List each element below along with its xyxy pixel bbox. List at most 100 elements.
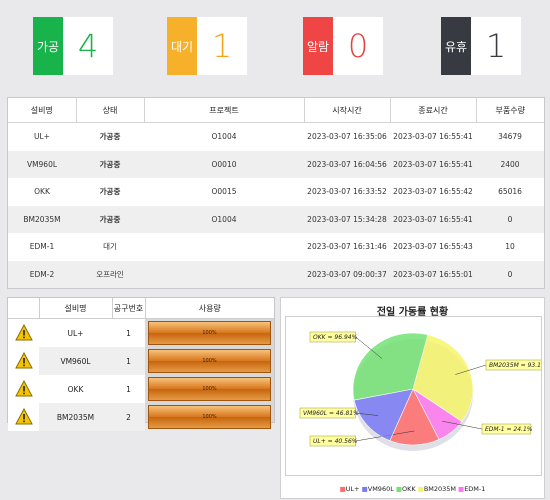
machine-project: O1004 xyxy=(144,205,304,233)
legend-item[interactable]: ■EDM-1 xyxy=(458,485,485,493)
usage-cell: 100% xyxy=(145,347,274,375)
legend-item[interactable]: ■VM960L xyxy=(362,485,394,493)
machine-part-qty: 0 xyxy=(476,260,544,288)
tool-number: 1 xyxy=(112,347,145,375)
tool-number: 1 xyxy=(112,318,145,347)
legend-item[interactable]: ■UL+ xyxy=(340,485,360,493)
legend-label: OKK xyxy=(402,485,416,493)
machine-project xyxy=(144,260,304,288)
usage-bar: 100% xyxy=(148,321,271,345)
table-row[interactable]: VM960L 가공중 O0010 2023-03-07 16:04:56 2023-03… xyxy=(8,150,544,178)
machine-name: VM960L xyxy=(8,150,76,178)
tool-machine-name: VM960L xyxy=(39,347,112,375)
stat-processing-value: 4 xyxy=(63,17,113,75)
machine-table-header: 설비명 상태 프로젝트 시작시간 종료시간 부품수량 xyxy=(8,98,544,123)
tool-machine-name: BM2035M xyxy=(39,403,112,431)
legend-label: VM960L xyxy=(367,485,394,493)
machine-end-time: 2023-03-07 16:55:43 xyxy=(393,242,473,252)
callout-label: EDM-1 = 24.1% xyxy=(485,426,533,433)
col-status[interactable]: 상태 xyxy=(76,98,145,123)
usage-bar: 100% xyxy=(148,377,271,401)
tool-table-header: 설비명 공구번호 사용량 xyxy=(8,298,274,319)
tool-row[interactable]: UL+ 1 100% xyxy=(8,318,274,348)
table-row[interactable]: OKK 가공중 O0015 2023-03-07 16:33:52 2023-03-07… xyxy=(8,178,544,206)
col-usage[interactable]: 사용량 xyxy=(145,298,274,319)
machine-name: EDM-2 xyxy=(8,260,76,288)
usage-cell: 100% xyxy=(145,403,274,431)
machine-start-time: 2023-03-07 09:00:37 xyxy=(304,260,390,288)
machine-name: BM2035M xyxy=(8,205,76,233)
machine-status: 가공중 xyxy=(99,187,121,197)
callout-label: UL+ = 40.56% xyxy=(313,438,358,445)
col-start-time[interactable]: 시작시간 xyxy=(304,98,391,123)
stat-idle: 유휴 1 xyxy=(441,17,521,75)
stat-alarm-label: 알람 xyxy=(303,17,333,75)
legend-label: UL+ xyxy=(345,485,360,493)
callout-label: OKK = 96.94% xyxy=(313,334,358,341)
machine-end-time: 2023-03-07 16:55:01 xyxy=(390,260,476,288)
usage-bar-label: 100% xyxy=(202,330,217,336)
legend-label: EDM-1 xyxy=(464,485,486,493)
tool-row[interactable]: OKK 1 100% xyxy=(8,375,274,403)
machine-start-time: 2023-03-07 16:35:06 xyxy=(307,132,387,142)
stat-waiting: 대기 1 xyxy=(167,17,247,75)
stat-waiting-value: 1 xyxy=(197,17,247,75)
tool-usage-table: 설비명 공구번호 사용량 UL+ 1 100% VM960L 1 100% OKK 1 100%… xyxy=(7,297,275,431)
warning-icon xyxy=(8,403,39,431)
col-project[interactable]: 프로젝트 xyxy=(144,98,305,123)
machine-part-qty: 2400 xyxy=(476,150,544,178)
col-tool-number[interactable]: 공구번호 xyxy=(112,298,146,319)
legend-item[interactable]: ■BM2035M xyxy=(418,485,456,493)
machine-project: O0010 xyxy=(144,150,304,178)
machine-project: O0015 xyxy=(211,187,237,197)
warning-icon xyxy=(8,347,39,375)
machine-end-time: 2023-03-07 16:55:41 xyxy=(393,132,473,142)
machine-status: 오프라인 xyxy=(76,260,144,288)
col-machine-name[interactable]: 설비명 xyxy=(8,98,77,123)
tool-machine-name: UL+ xyxy=(39,318,112,347)
machine-start-time: 2023-03-07 15:34:28 xyxy=(304,205,390,233)
pie-chart: BM2035M = 93.1% EDM-1 = 24.1% UL+ = 40.56%… xyxy=(299,331,547,451)
machine-part-qty: 34679 xyxy=(498,132,522,142)
col-tool-machine[interactable]: 설비명 xyxy=(39,298,113,319)
utilization-pie-panel: 전일 가동률 현황 BM2035M = 93.1% EDM-1 = 24.1% UL… xyxy=(280,297,547,499)
tool-row[interactable]: VM960L 1 100% xyxy=(8,347,274,375)
table-row[interactable]: BM2035M 가공중 O1004 2023-03-07 15:34:28 2023-0… xyxy=(8,205,544,233)
tool-row[interactable]: BM2035M 2 100% xyxy=(8,403,274,431)
machine-part-qty: 10 xyxy=(505,242,515,252)
machine-end-time: 2023-03-07 16:55:41 xyxy=(390,205,476,233)
stat-idle-value: 1 xyxy=(471,17,521,75)
warning-icon xyxy=(8,375,39,403)
usage-bar-label: 100% xyxy=(202,414,217,420)
stat-alarm-value: 0 xyxy=(333,17,383,75)
machine-status: 가공중 xyxy=(76,205,144,233)
stat-waiting-label: 대기 xyxy=(167,17,197,75)
stat-idle-label: 유휴 xyxy=(441,17,471,75)
machine-status: 가공중 xyxy=(99,132,121,142)
machine-table: 설비명 상태 프로젝트 시작시간 종료시간 부품수량 UL+ 가공중 O1004 20… xyxy=(7,97,545,289)
table-row[interactable]: UL+ 가공중 O1004 2023-03-07 16:35:06 2023-03-07… xyxy=(8,123,544,151)
usage-bar: 100% xyxy=(148,349,271,373)
machine-status: 가공중 xyxy=(76,150,144,178)
stat-processing: 가공 4 xyxy=(33,17,113,75)
col-part-qty[interactable]: 부품수량 xyxy=(476,98,544,123)
table-row[interactable]: EDM-1 대기 2023-03-07 16:31:46 2023-03-07 16:… xyxy=(8,233,544,261)
legend-label: BM2035M xyxy=(423,485,457,493)
stat-processing-label: 가공 xyxy=(33,17,63,75)
machine-name: OKK xyxy=(34,187,50,197)
col-end-time[interactable]: 종료시간 xyxy=(390,98,477,123)
pie-legend: ■UL+ ■VM960L ■OKK ■BM2035M ■EDM-1 xyxy=(281,485,544,493)
machine-end-time: 2023-03-07 16:55:42 xyxy=(393,187,473,197)
machine-end-time: 2023-03-07 16:55:41 xyxy=(390,150,476,178)
machine-part-qty: 65016 xyxy=(498,187,522,197)
legend-item[interactable]: ■OKK xyxy=(396,485,416,493)
tool-number: 2 xyxy=(112,403,145,431)
machine-name: UL+ xyxy=(34,132,50,142)
usage-cell: 100% xyxy=(145,319,274,348)
stat-alarm: 알람 0 xyxy=(303,17,383,75)
machine-start-time: 2023-03-07 16:33:52 xyxy=(307,187,387,197)
callout-label: VM960L = 46.81% xyxy=(303,410,359,417)
usage-bar-label: 100% xyxy=(202,358,217,364)
table-row[interactable]: EDM-2 오프라인 2023-03-07 09:00:37 2023-03-07 1… xyxy=(8,260,544,288)
machine-part-qty: 0 xyxy=(476,205,544,233)
